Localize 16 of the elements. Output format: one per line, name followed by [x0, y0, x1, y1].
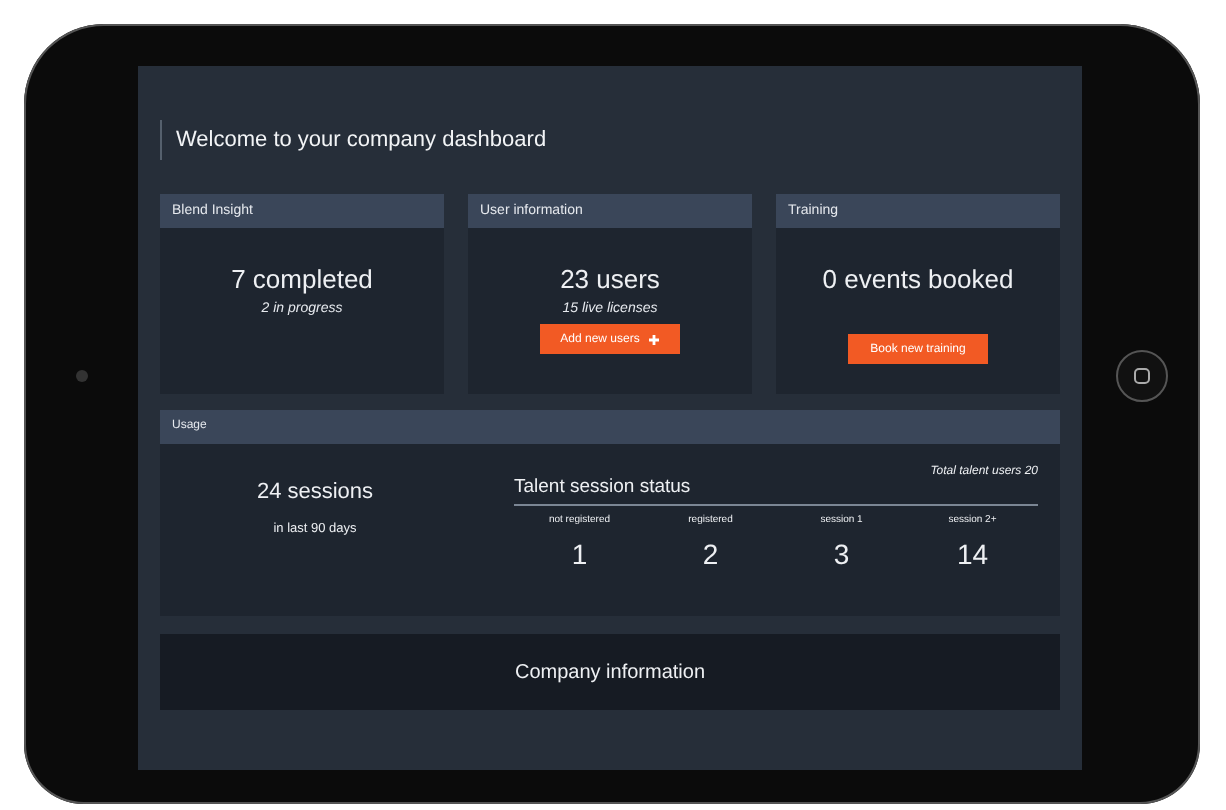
- company-information-panel[interactable]: Company information: [160, 634, 1060, 710]
- company-information-title: Company information: [514, 661, 706, 683]
- home-icon: [1131, 366, 1151, 386]
- page-title: Welcome to your company dashboard: [160, 120, 1060, 160]
- status-count: 2: [702, 538, 719, 570]
- status-title: Talent session status: [514, 476, 691, 498]
- sessions-count: 24 sessions: [256, 480, 374, 504]
- card-value: 23 users: [560, 264, 660, 296]
- status-count: 3: [833, 538, 850, 570]
- camera-dot: [75, 370, 87, 382]
- plus-icon: [647, 333, 660, 345]
- status-count: 1: [571, 538, 588, 570]
- home-button[interactable]: [1115, 350, 1167, 402]
- status-count: 14: [956, 538, 989, 570]
- card-value: 0 events booked: [822, 264, 1014, 296]
- card-value: 7 completed: [231, 264, 373, 296]
